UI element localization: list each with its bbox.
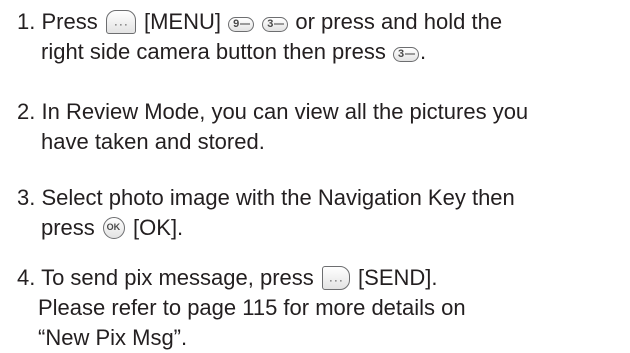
key-3-icon: 3 [262, 17, 289, 32]
key-9-icon: 9 [228, 17, 255, 32]
key-3-icon: 3 [392, 47, 419, 62]
send-soft-key-icon: ··· [321, 266, 350, 290]
step-3: 3. Select photo image with the Navigatio… [17, 183, 627, 243]
step-2-line-1-text: In Review Mode, you can view all the pic… [41, 99, 529, 124]
step-4-line-1-text: To send pix message, press [41, 265, 314, 290]
ok-key-icon: OK [102, 217, 125, 239]
step-4-line-1: 4. To send pix message, press ··· [SEND]… [17, 263, 627, 293]
step-1-period: . [419, 39, 427, 64]
step-2-line-2: have taken and stored. [41, 129, 265, 154]
step-1-number: 1. [17, 9, 36, 34]
step-1-line-1: 1. Press ··· [MENU] 9 3 or press and hol… [17, 7, 627, 37]
step-1-text-or: or press and hold the [295, 9, 503, 34]
step-4-send-label: [SEND]. [358, 265, 438, 290]
step-3-line-2: press OK [OK]. [17, 213, 627, 243]
step-3-press: press [41, 215, 95, 240]
step-1-line-2-text: right side camera button then press [41, 39, 386, 64]
step-4: 4. To send pix message, press ··· [SEND]… [17, 263, 627, 353]
step-4-number: 4. [17, 265, 36, 290]
step-2: 2. In Review Mode, you can view all the … [17, 97, 627, 157]
step-3-number: 3. [17, 185, 36, 210]
step-3-line-1-text: Select photo image with the Navigation K… [41, 185, 515, 210]
step-3-ok-label: [OK]. [133, 215, 184, 240]
step-1-menu-label: [MENU] [143, 9, 221, 34]
step-1-line-2: right side camera button then press 3. [17, 37, 627, 67]
step-1: 1. Press ··· [MENU] 9 3 or press and hol… [17, 7, 627, 67]
step-1-text-press: Press [41, 9, 98, 34]
step-2-number: 2. [17, 99, 36, 124]
step-4-line-2: Please refer to page 115 for more detail… [38, 295, 466, 320]
step-2-line-1: 2. In Review Mode, you can view all the … [17, 97, 627, 127]
menu-soft-key-icon: ··· [105, 10, 136, 34]
step-3-line-1: 3. Select photo image with the Navigatio… [17, 183, 627, 213]
step-4-line-3: “New Pix Msg”. [38, 325, 188, 350]
